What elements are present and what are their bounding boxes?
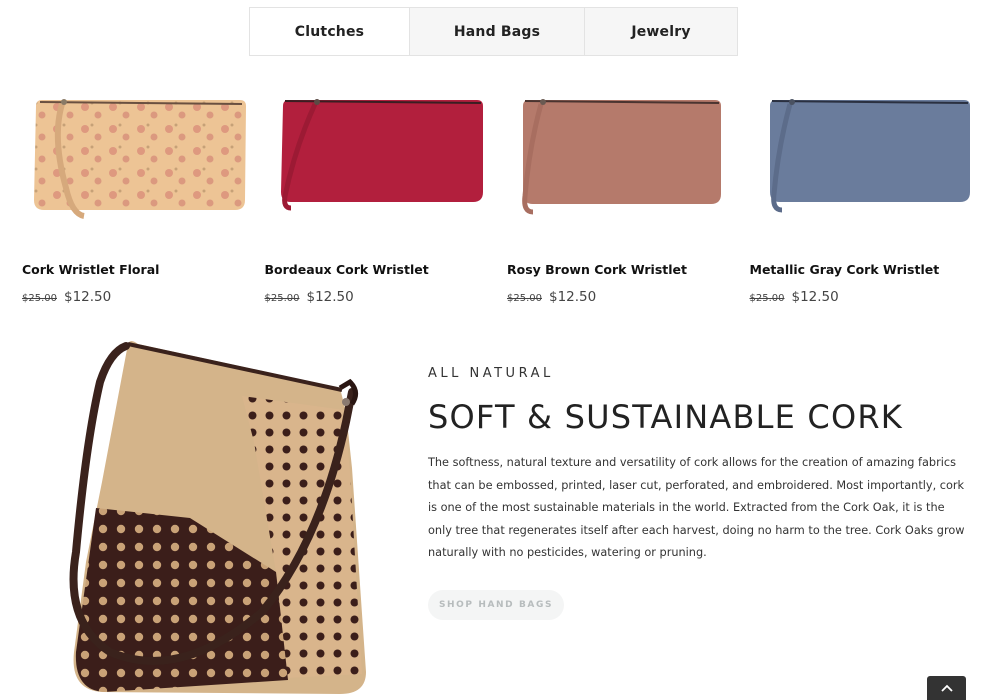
price-row: $25.00 $12.50 xyxy=(507,289,596,305)
product-name[interactable]: Bordeaux Cork Wristlet xyxy=(265,262,429,277)
feature-headline: SOFT & SUSTAINABLE CORK xyxy=(428,398,903,436)
price-row: $25.00 $12.50 xyxy=(265,289,354,305)
product-card[interactable]: Rosy Brown Cork Wristlet $25.00 $12.50 xyxy=(507,78,750,305)
old-price: $25.00 xyxy=(264,293,300,304)
feature-section: ALL NATURAL SOFT & SUSTAINABLE CORK The … xyxy=(428,366,968,620)
product-image[interactable] xyxy=(22,78,248,246)
sale-price: $12.50 xyxy=(791,289,839,305)
product-card[interactable]: Cork Wristlet Floral $25.00 $12.50 xyxy=(22,78,265,305)
wristlet-image xyxy=(769,99,970,213)
sale-price: $12.50 xyxy=(306,289,354,305)
product-image[interactable] xyxy=(750,78,976,246)
price-row: $25.00 $12.50 xyxy=(22,289,111,305)
category-tabs: Clutches Hand Bags Jewelry xyxy=(249,7,738,56)
product-image[interactable] xyxy=(507,78,733,246)
old-price: $25.00 xyxy=(749,293,785,304)
product-name[interactable]: Cork Wristlet Floral xyxy=(22,262,159,277)
product-card[interactable]: Metallic Gray Cork Wristlet $25.00 $12.5… xyxy=(750,78,993,305)
chevron-up-icon xyxy=(940,684,953,692)
scroll-to-top-button[interactable] xyxy=(927,676,966,700)
wristlet-image xyxy=(34,99,246,219)
tab-jewelry[interactable]: Jewelry xyxy=(585,7,738,56)
old-price: $25.00 xyxy=(22,293,57,304)
product-image[interactable] xyxy=(265,78,491,246)
product-card[interactable]: Bordeaux Cork Wristlet $25.00 $12.50 xyxy=(265,78,508,305)
shop-hand-bags-button[interactable]: SHOP HAND BAGS xyxy=(428,589,564,620)
product-name[interactable]: Rosy Brown Cork Wristlet xyxy=(507,262,687,277)
price-row: $25.00 $12.50 xyxy=(750,289,839,305)
product-name[interactable]: Metallic Gray Cork Wristlet xyxy=(750,262,940,277)
wristlet-image xyxy=(522,99,721,215)
tab-clutches[interactable]: Clutches xyxy=(249,7,410,56)
sale-price: $12.50 xyxy=(549,289,597,305)
sale-price: $12.50 xyxy=(64,289,112,305)
tab-hand-bags[interactable]: Hand Bags xyxy=(410,7,585,56)
wristlet-image xyxy=(280,99,483,211)
handbag-illustration xyxy=(69,341,367,694)
feature-eyebrow: ALL NATURAL xyxy=(428,366,554,381)
product-grid: Cork Wristlet Floral $25.00 $12.50 Borde… xyxy=(22,78,993,305)
cork-handbag-image xyxy=(40,322,390,700)
old-price: $25.00 xyxy=(507,293,542,304)
feature-body: The softness, natural texture and versat… xyxy=(428,456,965,559)
